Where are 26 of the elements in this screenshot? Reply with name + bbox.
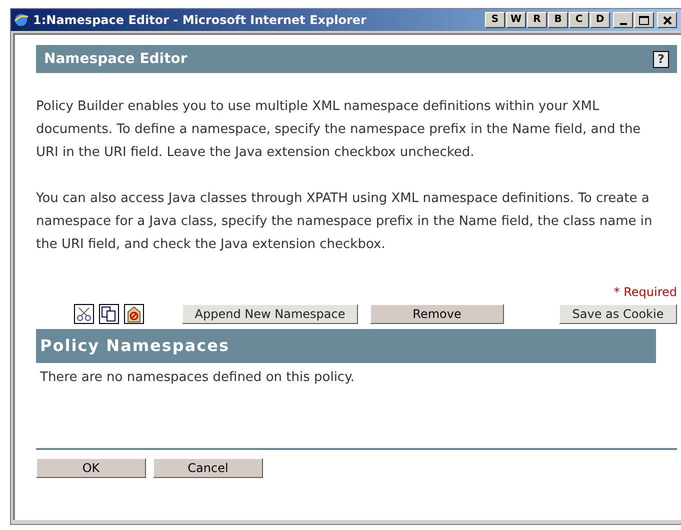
window-title: 1:Namespace Editor - Microsoft Internet Explorer (33, 12, 366, 29)
scissors-icon[interactable] (74, 304, 94, 324)
description-paragraph: You can also access Java classes through XPATH using XML namespace definitions. To create a namespace for a Java class, specify the namespace prefix in the Name field, the class name in the URI field, and check the Java extension checkbox. (36, 190, 654, 254)
maximize-button[interactable] (634, 12, 654, 28)
title-bar-button[interactable]: D (590, 12, 610, 28)
title-bar-button[interactable]: W (506, 12, 526, 28)
browser-icon (13, 12, 29, 28)
no-entry-tag-icon[interactable] (124, 304, 144, 324)
required-note: * Required (614, 284, 677, 301)
title-bar-button[interactable]: S (485, 12, 505, 28)
minimize-button[interactable] (613, 12, 633, 28)
title-bar-button[interactable]: R (527, 12, 547, 28)
close-icon (662, 16, 672, 24)
dialog-button[interactable]: OK (36, 458, 146, 478)
toolbar-button[interactable]: Save as Cookie (559, 304, 677, 324)
close-button[interactable] (657, 12, 677, 28)
description-paragraph: Policy Builder enables you to use multiple XML namespace definitions within your XML documents. To define a namespace, specify the namespace prefix in the Name field, and the URI in the URI field. Leave the Java extension checkbox unchecked. (36, 98, 642, 162)
toolbar-button[interactable]: Append New Namespace (182, 304, 358, 324)
title-bar-button[interactable]: C (569, 12, 589, 28)
section-title: Policy Namespaces (40, 335, 230, 357)
copy-icon[interactable] (99, 304, 119, 324)
header-title: Namespace Editor (44, 50, 188, 68)
title-bar-button[interactable]: B (548, 12, 568, 28)
empty-message: There are no namespaces defined on this policy. (40, 369, 356, 387)
help-button[interactable]: ? (653, 50, 669, 68)
dialog-button[interactable]: Cancel (153, 458, 263, 478)
